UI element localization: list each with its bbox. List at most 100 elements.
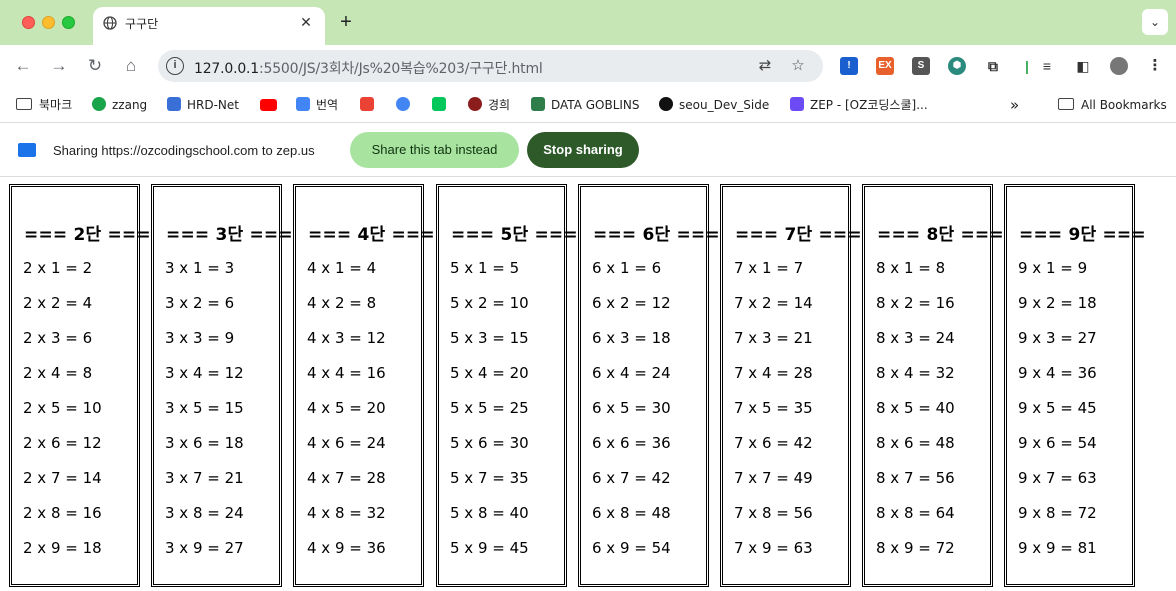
times-table-row: 8 x 8 = 64 (876, 504, 955, 522)
times-table-row: 7 x 2 = 14 (734, 294, 813, 312)
times-table-row: 3 x 5 = 15 (165, 399, 244, 417)
hrd-icon (167, 97, 181, 111)
side-panel-icon[interactable]: ◧ (1074, 57, 1092, 75)
times-table-row: 6 x 5 = 30 (592, 399, 671, 417)
times-table-row: 3 x 2 = 6 (165, 294, 235, 312)
times-table-row: 9 x 9 = 81 (1018, 539, 1097, 557)
times-table-row: 3 x 6 = 18 (165, 434, 244, 452)
active-tab[interactable]: 구구단 ✕ (93, 7, 325, 45)
share-this-tab-button[interactable]: Share this tab instead (350, 132, 519, 168)
times-table-row: 8 x 1 = 8 (876, 259, 946, 277)
times-table-row: 6 x 1 = 6 (592, 259, 662, 277)
bookmark-gmail[interactable] (360, 96, 380, 114)
times-table-row: 6 x 7 = 42 (592, 469, 671, 487)
tab-close-icon[interactable]: ✕ (297, 13, 315, 31)
translate-icon[interactable]: ⇄ (756, 57, 774, 75)
url-text[interactable]: 127.0.0.1:5500/JS/3회차/Js%20복습%203/구구단.ht… (194, 58, 543, 78)
times-table-row: 7 x 1 = 7 (734, 259, 804, 277)
bookmark-label: zzang (112, 98, 148, 112)
translate-icon (296, 97, 310, 111)
new-tab-button[interactable]: + (335, 11, 357, 33)
times-table-row: 7 x 7 = 49 (734, 469, 813, 487)
bookmark-khu[interactable]: 경희 (468, 96, 510, 114)
times-table-row: 4 x 6 = 24 (307, 434, 386, 452)
bookmark-hrd-net[interactable]: HRD-Net (167, 96, 239, 114)
close-window-button[interactable] (22, 16, 35, 29)
forward-arrow-icon[interactable]: → (48, 55, 70, 77)
times-table-row: 2 x 1 = 2 (23, 259, 93, 277)
times-table-box: === 2단 === 2 x 1 = 2 2 x 2 = 4 2 x 3 = 6 2 x… (9, 184, 151, 587)
bookmark-youtube[interactable] (260, 96, 283, 114)
youtube-icon (260, 99, 277, 111)
times-table-row: 4 x 5 = 20 (307, 399, 386, 417)
tab-strip: 구구단 ✕ + ⌄ (0, 0, 1176, 45)
profile-avatar[interactable] (1110, 57, 1128, 75)
github-icon (659, 97, 673, 111)
times-table-row: 4 x 2 = 8 (307, 294, 377, 312)
times-table-box: === 7단 === 7 x 1 = 7 7 x 2 = 14 7 x 3 = 21 7… (720, 184, 862, 587)
zep-icon (790, 97, 804, 111)
shield-extension-icon[interactable]: ! (840, 57, 858, 75)
times-table-title: === 4단 === (308, 225, 435, 245)
reload-icon[interactable]: ↻ (84, 55, 106, 77)
screen-share-infobar: Sharing https://ozcodingschool.com to ze… (0, 124, 1176, 177)
bookmark-label: All Bookmarks (1081, 98, 1167, 112)
browser-toolbar: ← → ↻ ⌂ i 127.0.0.1:5500/JS/3회차/Js%20복습%… (0, 45, 1176, 87)
times-table-row: 8 x 2 = 16 (876, 294, 955, 312)
bookmark-zzang[interactable]: zzang (92, 96, 147, 114)
times-table-row: 2 x 3 = 6 (23, 329, 93, 347)
bookmark-naver[interactable] (432, 96, 452, 114)
times-table-row: 6 x 8 = 48 (592, 504, 671, 522)
bookmark-folder-bookmarks[interactable]: 북마크 (16, 96, 72, 114)
tab-search-button[interactable]: ⌄ (1142, 9, 1168, 35)
times-table-row: 2 x 4 = 8 (23, 364, 93, 382)
times-table-row: 8 x 7 = 56 (876, 469, 955, 487)
times-table-row: 9 x 5 = 45 (1018, 399, 1097, 417)
times-table-row: 3 x 3 = 9 (165, 329, 235, 347)
times-table-row: 8 x 3 = 24 (876, 329, 955, 347)
url-host: 127.0.0.1 (194, 61, 259, 77)
times-table-row: 7 x 8 = 56 (734, 504, 813, 522)
bookmark-label: 경희 (488, 98, 511, 112)
times-table-row: 2 x 9 = 18 (23, 539, 102, 557)
times-table-row: 2 x 5 = 10 (23, 399, 102, 417)
ex-extension-icon[interactable]: EX (876, 57, 894, 75)
bookmark-translate[interactable]: 번역 (296, 96, 338, 114)
home-icon[interactable]: ⌂ (120, 55, 142, 77)
times-table-title: === 2단 === (24, 225, 151, 245)
times-table-box: === 5단 === 5 x 1 = 5 5 x 2 = 10 5 x 3 = 15 5… (436, 184, 578, 587)
site-info-icon[interactable]: i (166, 57, 184, 75)
folder-icon (16, 98, 32, 110)
stop-sharing-button[interactable]: Stop sharing (527, 132, 639, 168)
bookmarks-bar: 북마크 zzang HRD-Net 번역 경희 DATA GOBLINS seo… (0, 87, 1176, 123)
address-bar[interactable]: i 127.0.0.1:5500/JS/3회차/Js%20복습%203/구구단.… (158, 50, 823, 82)
times-table-row: 4 x 4 = 16 (307, 364, 386, 382)
more-bookmarks-chevron-icon[interactable]: » (1010, 96, 1019, 114)
s-extension-icon[interactable]: S (912, 57, 930, 75)
times-table-row: 9 x 8 = 72 (1018, 504, 1097, 522)
more-menu-icon[interactable]: ⋮ (1146, 57, 1164, 75)
minimize-window-button[interactable] (42, 16, 55, 29)
times-table-title: === 5단 === (451, 225, 578, 245)
media-control-icon[interactable]: ≡ (1038, 57, 1056, 75)
bookmark-star-icon[interactable]: ☆ (789, 57, 807, 75)
folder-icon (1058, 98, 1074, 110)
times-table-title: === 9단 === (1019, 225, 1146, 245)
bookmark-data-goblins[interactable]: DATA GOBLINS (531, 96, 640, 114)
back-arrow-icon[interactable]: ← (12, 55, 34, 77)
times-table-title: === 6단 === (593, 225, 720, 245)
bookmark-github[interactable]: seou_Dev_Side (659, 96, 769, 114)
times-table-row: 2 x 6 = 12 (23, 434, 102, 452)
times-table-row: 5 x 3 = 15 (450, 329, 529, 347)
extensions-puzzle-icon[interactable]: ⧉ (984, 57, 1002, 75)
zoom-window-button[interactable] (62, 16, 75, 29)
naver-icon (432, 97, 446, 111)
hexagon-extension-icon[interactable]: ⬢ (948, 57, 966, 75)
cup-icon (92, 97, 106, 111)
times-table-row: 4 x 3 = 12 (307, 329, 386, 347)
bookmark-label: 번역 (316, 98, 339, 112)
bookmark-all-bookmarks[interactable]: All Bookmarks (1058, 96, 1167, 114)
google-icon (396, 97, 410, 111)
bookmark-zep[interactable]: ZEP - [OZ코딩스쿨]... (790, 96, 928, 114)
bookmark-google[interactable] (396, 96, 416, 114)
